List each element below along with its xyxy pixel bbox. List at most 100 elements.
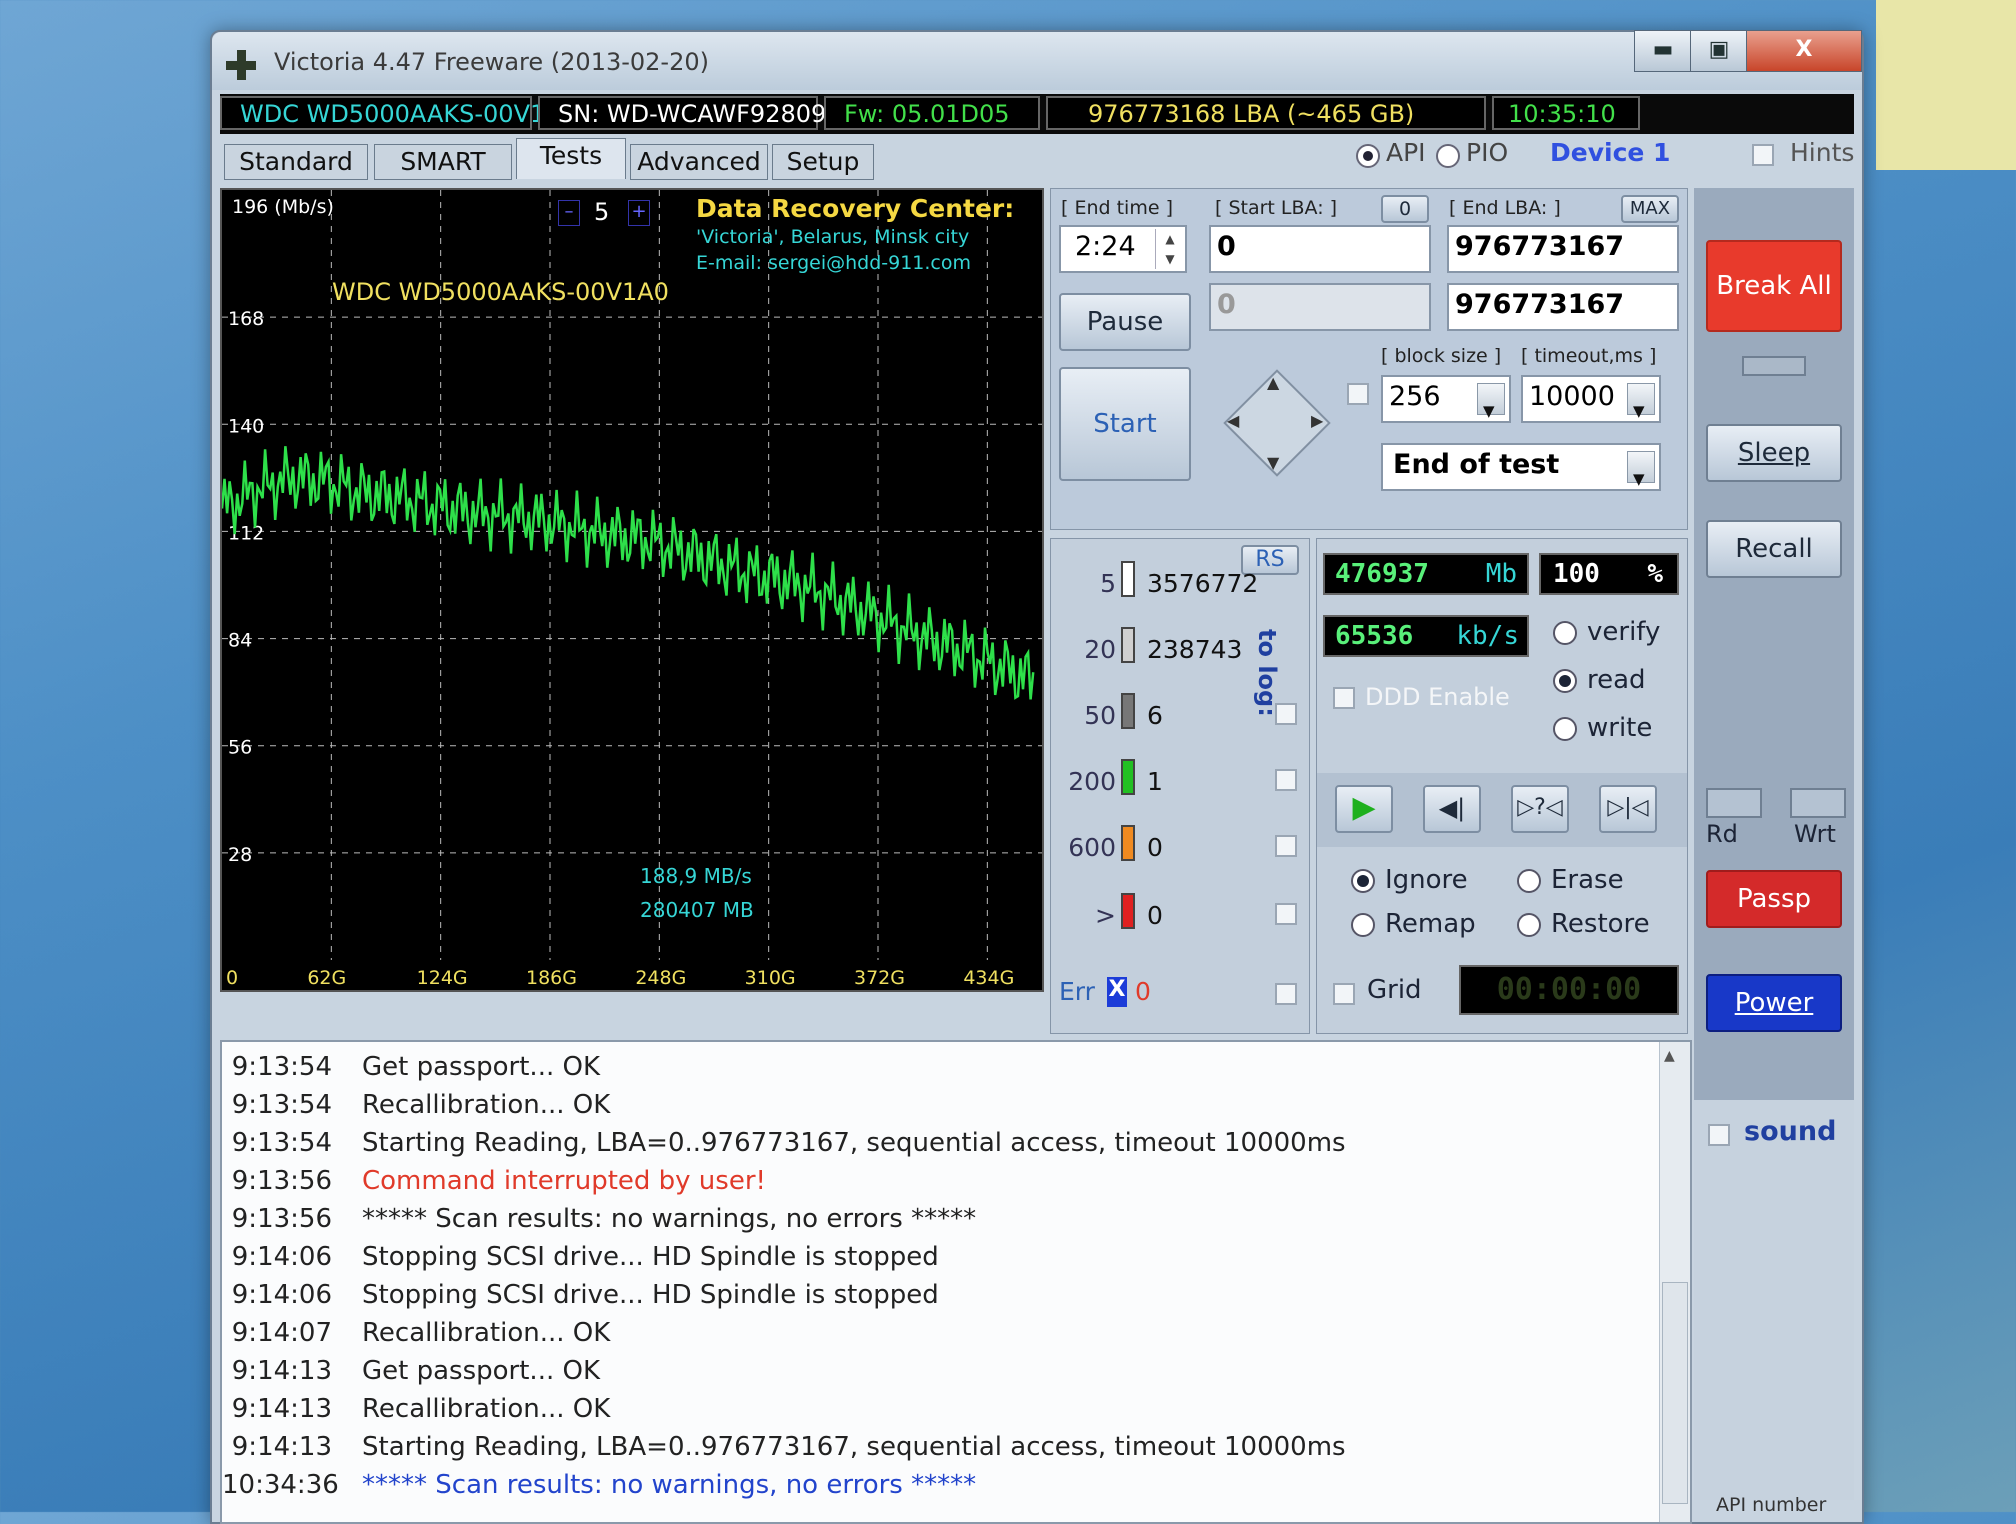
ignore-label: Ignore <box>1385 865 1468 895</box>
tab-setup[interactable]: Setup <box>772 144 874 180</box>
block-log-checkbox[interactable] <box>1275 903 1297 925</box>
scale-minus-button[interactable]: – <box>558 200 580 226</box>
event-log[interactable]: 9:13:54 Get passport... OK 9:13:54 Recallib… <box>220 1040 1692 1524</box>
err-log-checkbox[interactable] <box>1275 983 1297 1005</box>
end-lba-input[interactable]: 976773167 <box>1447 225 1679 273</box>
position-readout: 280407 MB <box>640 898 754 922</box>
minimize-button[interactable]: ▬ <box>1634 30 1692 72</box>
block-count: 0 <box>1147 901 1163 930</box>
read-label: read <box>1587 665 1646 695</box>
tab-advanced[interactable]: Advanced <box>630 144 768 180</box>
pio-radio[interactable] <box>1436 144 1460 168</box>
ignore-radio[interactable] <box>1351 869 1375 893</box>
restore-radio[interactable] <box>1517 913 1541 937</box>
timeout-label: [ timeout,ms ] <box>1521 345 1657 367</box>
err-count: 0 <box>1135 977 1151 1006</box>
verify-radio[interactable] <box>1553 621 1577 645</box>
block-color-swatch <box>1121 893 1135 929</box>
log-time: 9:14:13 <box>231 1394 332 1424</box>
drive-info-bar: WDC WD5000AAKS-00V1A0 SN: WD-WCAWF928098… <box>220 94 1854 134</box>
block-threshold: 20 <box>1084 635 1116 664</box>
end-time-label: [ End time ] <box>1061 197 1173 219</box>
log-message: Stopping SCSI drive... HD Spindle is sto… <box>362 1280 939 1310</box>
log-time: 9:14:06 <box>231 1280 332 1310</box>
chevron-down-icon[interactable] <box>1627 383 1655 431</box>
drive-capacity: 976773168 LBA (~465 GB) <box>1046 96 1486 130</box>
log-message: ***** Scan results: no warnings, no erro… <box>362 1470 977 1500</box>
log-time: 9:13:56 <box>231 1204 332 1234</box>
pad-checkbox[interactable] <box>1347 383 1369 405</box>
seek-random-icon[interactable]: ▷?◁ <box>1511 785 1569 833</box>
seek-up-icon[interactable]: ▲ <box>1267 373 1279 392</box>
device-selector[interactable]: Device 1 <box>1550 138 1670 167</box>
api-radio[interactable] <box>1356 144 1380 168</box>
scale-plus-button[interactable]: + <box>628 200 650 226</box>
timeout-value: 10000 <box>1529 381 1615 412</box>
err-x-icon: X <box>1107 977 1127 1007</box>
log-message: Get passport... OK <box>362 1356 600 1386</box>
end-time-spinner[interactable]: ▲ ▼ <box>1155 229 1184 269</box>
ddd-enable-checkbox[interactable] <box>1333 687 1355 709</box>
start-lba-zero-button[interactable]: 0 <box>1381 195 1429 223</box>
progress-panel: 476937 Mb 100 % 65536 kb/s DDD Enable ve… <box>1316 538 1688 1034</box>
pause-button[interactable]: Pause <box>1059 293 1191 351</box>
graph-unit-label: 196 (Mb/s) <box>232 196 334 218</box>
close-button[interactable]: X <box>1746 30 1862 72</box>
scroll-up-icon[interactable]: ▲ <box>1664 1048 1675 1064</box>
hints-checkbox[interactable] <box>1752 144 1774 166</box>
timeout-select[interactable]: 10000 <box>1521 375 1661 431</box>
log-scroll-thumb[interactable] <box>1662 1282 1688 1504</box>
maximize-button[interactable]: ▣ <box>1690 30 1748 72</box>
seek-right-icon[interactable]: ▶ <box>1311 411 1323 430</box>
remap-radio[interactable] <box>1351 913 1375 937</box>
end-lba-max-button[interactable]: MAX <box>1621 195 1679 223</box>
log-time: 9:14:07 <box>231 1318 332 1348</box>
drive-serial: SN: WD-WCAWF9280988 <box>538 96 857 130</box>
log-scrollbar[interactable]: ▲ <box>1659 1042 1690 1522</box>
block-log-checkbox[interactable] <box>1275 769 1297 791</box>
block-size-select[interactable]: 256 <box>1381 375 1511 431</box>
rewind-icon[interactable]: ◀| <box>1423 785 1481 833</box>
tab-standard[interactable]: Standard <box>224 144 368 180</box>
passp-button[interactable]: Passp <box>1706 870 1842 928</box>
restore-label: Restore <box>1551 909 1650 939</box>
sound-checkbox[interactable] <box>1708 1124 1730 1146</box>
end-action-select[interactable]: End of test <box>1381 443 1661 499</box>
power-button[interactable]: Power <box>1706 974 1842 1032</box>
start-lba-input[interactable]: 0 <box>1209 225 1431 273</box>
block-log-checkbox[interactable] <box>1275 703 1297 725</box>
tab-tests[interactable]: Tests <box>516 138 626 179</box>
seek-left-icon[interactable]: ◀ <box>1227 411 1239 430</box>
title-bar[interactable]: Victoria 4.47 Freeware (2013-02-20) ▬ ▣ … <box>212 30 1862 90</box>
tab-smart[interactable]: SMART <box>374 144 512 180</box>
drive-model[interactable]: WDC WD5000AAKS-00V1A0 <box>220 96 577 130</box>
log-entry: 9:14:07 Recallibration... OK <box>222 1318 1642 1356</box>
block-count: 0 <box>1147 833 1163 862</box>
chevron-down-icon[interactable] <box>1627 451 1655 499</box>
scale-value: 5 <box>594 198 610 226</box>
log-entry: 9:14:06 Stopping SCSI drive... HD Spindle… <box>222 1242 1642 1280</box>
recall-button[interactable]: Recall <box>1706 520 1842 578</box>
break-all-button[interactable]: Break All <box>1706 240 1842 332</box>
write-radio[interactable] <box>1553 717 1577 741</box>
sleep-button[interactable]: Sleep <box>1706 424 1842 482</box>
transport-bar: ▶ ◀| ▷?◁ ▷|◁ <box>1317 773 1687 847</box>
seek-down-icon[interactable]: ▼ <box>1267 453 1279 472</box>
grid-checkbox[interactable] <box>1333 983 1355 1005</box>
api-label: API <box>1386 138 1426 167</box>
log-entry: 10:34:36 ***** Scan results: no warnings,… <box>222 1470 1642 1508</box>
log-entry: 9:13:54 Recallibration... OK <box>222 1090 1642 1128</box>
start-button[interactable]: Start <box>1059 367 1191 481</box>
log-message: Recallibration... OK <box>362 1090 611 1120</box>
direction-pad[interactable]: ▲ ▼ ◀ ▶ <box>1221 367 1331 477</box>
x-tick-label: 434G <box>963 967 1014 989</box>
clock: 10:35:10 <box>1492 96 1640 130</box>
read-radio[interactable] <box>1553 669 1577 693</box>
erase-radio[interactable] <box>1517 869 1541 893</box>
skip-end-icon[interactable]: ▷|◁ <box>1599 785 1657 833</box>
block-log-checkbox[interactable] <box>1275 835 1297 857</box>
play-icon[interactable]: ▶ <box>1335 785 1393 833</box>
chevron-down-icon[interactable] <box>1477 383 1505 431</box>
right-control-column: Break All Sleep Recall Rd Wrt Passp Powe… <box>1694 188 1854 1516</box>
desktop-background <box>1876 0 2016 170</box>
